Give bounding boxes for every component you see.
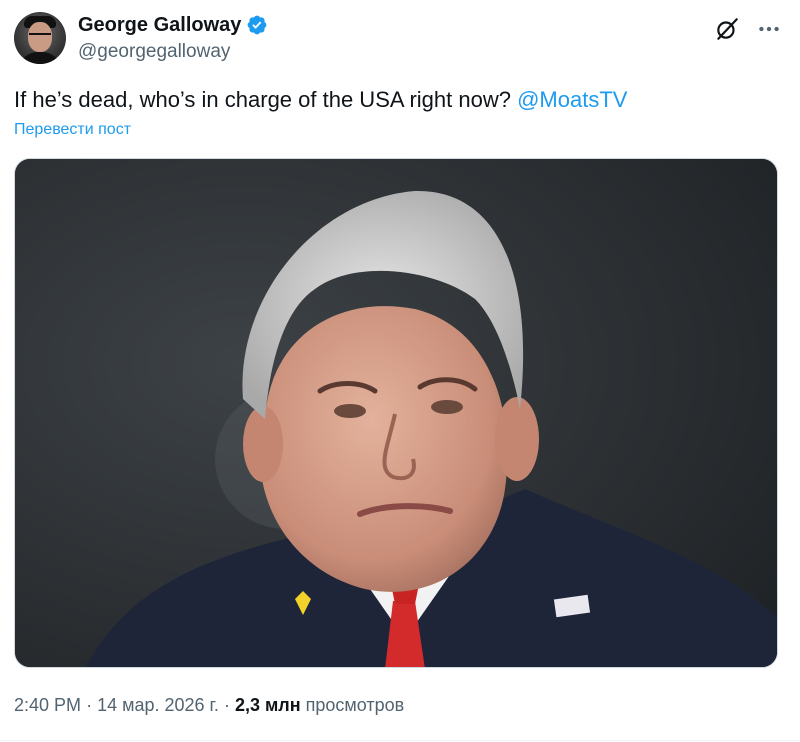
tweet-actions-top	[714, 16, 782, 42]
more-icon[interactable]	[756, 16, 782, 42]
tweet-date[interactable]: 14 мар. 2026 г.	[97, 695, 219, 715]
translate-post-link[interactable]: Перевести пост	[14, 121, 131, 139]
mention-link[interactable]: @MoatsTV	[517, 87, 627, 112]
author-display-name[interactable]: George Galloway	[78, 12, 241, 38]
views-label: просмотров	[305, 695, 405, 715]
tweet-body: If he’s dead, who’s in charge of the USA…	[14, 87, 511, 112]
author-handle[interactable]: @georgegalloway	[78, 39, 268, 65]
divider	[0, 740, 800, 741]
verified-badge-icon	[247, 15, 267, 35]
meta-separator: ·	[86, 695, 93, 715]
avatar[interactable]	[14, 12, 66, 64]
grok-icon[interactable]	[714, 16, 740, 42]
photo-illustration	[15, 159, 777, 667]
views-count: 2,3 млн	[234, 695, 301, 715]
tweet-meta: 2:40 PM · 14 мар. 2026 г. · 2,3 млн прос…	[14, 692, 404, 718]
author-block: George Galloway @georgegalloway	[78, 12, 268, 65]
tweet-image[interactable]	[14, 158, 778, 668]
tweet-text: If he’s dead, who’s in charge of the USA…	[14, 85, 627, 115]
tweet-header: George Galloway @georgegalloway	[14, 10, 786, 66]
tweet-time[interactable]: 2:40 PM	[14, 695, 81, 715]
meta-separator: ·	[223, 695, 230, 715]
author-name-row[interactable]: George Galloway	[78, 12, 268, 38]
